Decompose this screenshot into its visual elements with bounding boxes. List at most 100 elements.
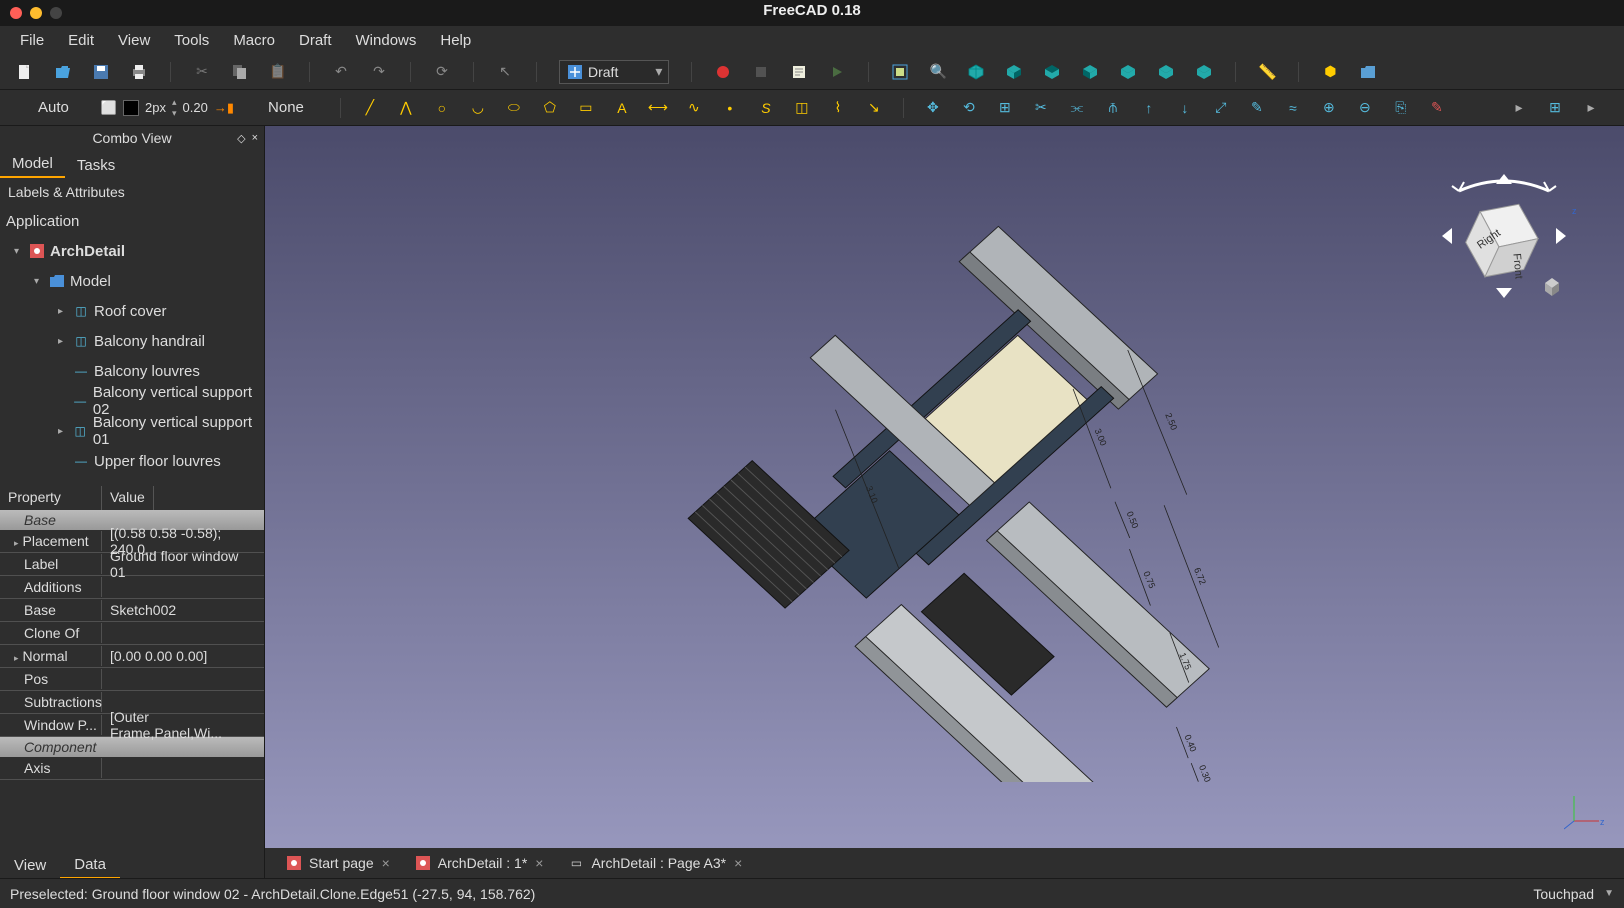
save-icon[interactable]	[92, 63, 110, 81]
doc-tab-archdetail-1[interactable]: ArchDetail : 1* ×	[406, 851, 554, 875]
left-view-icon[interactable]	[1195, 63, 1213, 81]
circle-icon[interactable]: ○	[433, 99, 451, 117]
close-icon[interactable]: ×	[734, 855, 742, 871]
refresh-icon[interactable]: ⟳	[433, 63, 451, 81]
cut-icon[interactable]: ✂	[193, 63, 211, 81]
width-stepper[interactable]: ▴▾	[172, 97, 177, 119]
move-icon[interactable]: ✥	[924, 99, 942, 117]
prop-row[interactable]: Normal[0.00 0.00 0.00]	[0, 645, 264, 668]
execute-macro-icon[interactable]	[828, 63, 846, 81]
shapestring-icon[interactable]: S	[757, 99, 775, 117]
menu-tools[interactable]: Tools	[162, 28, 221, 53]
group-icon[interactable]	[1359, 63, 1377, 81]
prop-row[interactable]: Window P...[Outer Frame,Panel,Wi...	[0, 714, 264, 737]
join-icon[interactable]: ⫘	[1068, 99, 1086, 117]
menu-draft[interactable]: Draft	[287, 28, 344, 53]
wire2bspline-icon[interactable]: ≈	[1284, 99, 1302, 117]
paste-icon[interactable]: 📋	[269, 63, 287, 81]
tree-group-model[interactable]: ▾Model	[0, 266, 264, 296]
draft2sketch-icon[interactable]: ✎	[1428, 99, 1446, 117]
line-color-swatch[interactable]	[123, 100, 139, 116]
del-point-icon[interactable]: ⊖	[1356, 99, 1374, 117]
close-window-button[interactable]	[10, 7, 22, 19]
menu-windows[interactable]: Windows	[344, 28, 429, 53]
menu-file[interactable]: File	[8, 28, 56, 53]
workbench-selector[interactable]: Draft	[559, 60, 669, 84]
rectangle-icon[interactable]: ▭	[577, 99, 595, 117]
ellipse-icon[interactable]: ⬭	[505, 99, 523, 117]
open-file-icon[interactable]	[54, 63, 72, 81]
panel-float-icon[interactable]: ◇	[237, 132, 245, 145]
menu-edit[interactable]: Edit	[56, 28, 106, 53]
edit-icon[interactable]: ✎	[1248, 99, 1266, 117]
menu-help[interactable]: Help	[428, 28, 483, 53]
text-icon[interactable]: A	[613, 99, 631, 117]
autogroup-none-button[interactable]: None	[252, 96, 320, 119]
tab-view[interactable]: View	[0, 853, 60, 878]
new-file-icon[interactable]	[16, 63, 34, 81]
split-icon[interactable]: ⫚	[1104, 99, 1122, 117]
menu-macro[interactable]: Macro	[221, 28, 287, 53]
offset-icon[interactable]: ⊞	[996, 99, 1014, 117]
toolbar-overflow-2-icon[interactable]: ▸	[1582, 99, 1600, 117]
tab-model[interactable]: Model	[0, 151, 65, 178]
undo-icon[interactable]: ↶	[332, 63, 350, 81]
point-icon[interactable]: •	[721, 99, 739, 117]
line-icon[interactable]: ╱	[361, 99, 379, 117]
record-macro-icon[interactable]	[714, 63, 732, 81]
arc-icon[interactable]: ◡	[469, 99, 487, 117]
maximize-window-button[interactable]	[50, 7, 62, 19]
fit-all-icon[interactable]	[891, 63, 909, 81]
wire-icon[interactable]: ⋀	[397, 99, 415, 117]
close-icon[interactable]: ×	[535, 855, 543, 871]
tree-doc-archdetail[interactable]: ▾ArchDetail	[0, 236, 264, 266]
prop-row[interactable]: LabelGround floor window 01	[0, 553, 264, 576]
downgrade-icon[interactable]: ↓	[1176, 99, 1194, 117]
part-design-icon[interactable]: ⬢	[1321, 63, 1339, 81]
dimension-icon[interactable]: ⟷	[649, 99, 667, 117]
prop-row[interactable]: Axis	[0, 757, 264, 780]
print-icon[interactable]	[130, 63, 148, 81]
minimize-window-button[interactable]	[30, 7, 42, 19]
scale-icon[interactable]: ⤢	[1212, 99, 1230, 117]
stop-macro-icon[interactable]	[752, 63, 770, 81]
tab-tasks[interactable]: Tasks	[65, 153, 127, 178]
trimex-icon[interactable]: ✂	[1032, 99, 1050, 117]
tree-item[interactable]: ▸◫Balcony vertical support 01	[0, 416, 264, 446]
isometric-icon[interactable]	[967, 63, 985, 81]
prop-row[interactable]: Clone Of	[0, 622, 264, 645]
shape2view-icon[interactable]: ⎘	[1392, 99, 1410, 117]
bspline-icon[interactable]: ∿	[685, 99, 703, 117]
auto-group-button[interactable]: Auto	[24, 96, 83, 119]
navigation-cube[interactable]: Front Right z	[1424, 156, 1584, 316]
add-point-icon[interactable]: ⊕	[1320, 99, 1338, 117]
tree-application[interactable]: Application	[0, 206, 264, 236]
close-icon[interactable]: ×	[382, 855, 390, 871]
prop-row[interactable]: BaseSketch002	[0, 599, 264, 622]
snap-grid-icon[interactable]: ⊞	[1546, 99, 1564, 117]
top-view-icon[interactable]	[1043, 63, 1061, 81]
bezier-icon[interactable]: ⌇	[829, 99, 847, 117]
tree-item[interactable]: —Balcony louvres	[0, 356, 264, 386]
apply-style-icon[interactable]: →▮	[214, 100, 234, 116]
polygon-icon[interactable]: ⬠	[541, 99, 559, 117]
measure-distance-icon[interactable]: 📏	[1258, 63, 1276, 81]
tab-data[interactable]: Data	[60, 852, 120, 879]
rotate-icon[interactable]: ⟲	[960, 99, 978, 117]
3d-viewport[interactable]: 2.50 3.00 0.50 6.72 0.75 3.10 1.75 0.40 …	[265, 126, 1624, 878]
tree-item[interactable]: ▸◫Balcony handrail	[0, 326, 264, 356]
tree-item[interactable]: —Balcony vertical support 02	[0, 386, 264, 416]
toolbar-overflow-icon[interactable]: ▸	[1510, 99, 1528, 117]
macros-icon[interactable]	[790, 63, 808, 81]
menu-view[interactable]: View	[106, 28, 162, 53]
tree-item[interactable]: —Upper floor louvres	[0, 446, 264, 476]
facebinder-icon[interactable]: ◫	[793, 99, 811, 117]
doc-tab-archdetail-page[interactable]: ▭ ArchDetail : Page A3* ×	[559, 851, 752, 875]
whats-this-icon[interactable]: ↖	[496, 63, 514, 81]
redo-icon[interactable]: ↷	[370, 63, 388, 81]
front-view-icon[interactable]	[1005, 63, 1023, 81]
tree-item[interactable]: ▸◫Roof cover	[0, 296, 264, 326]
panel-close-icon[interactable]: ×	[252, 132, 258, 145]
doc-tab-startpage[interactable]: Start page ×	[277, 851, 400, 875]
right-view-icon[interactable]	[1081, 63, 1099, 81]
